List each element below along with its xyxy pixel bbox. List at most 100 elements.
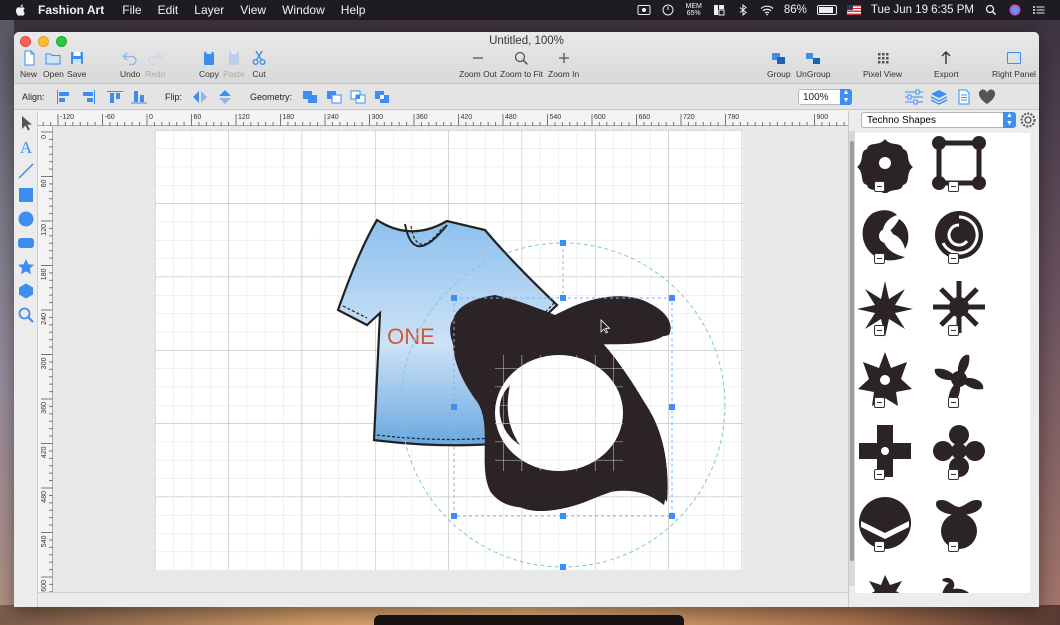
paste-button[interactable]: Paste (223, 50, 245, 79)
remove-shape-button[interactable] (948, 181, 959, 192)
zoom-tool-icon[interactable] (17, 306, 35, 324)
text-tool-icon[interactable]: A (17, 138, 35, 156)
shape-compass-star[interactable] (855, 349, 915, 409)
spotlight-search-icon[interactable] (984, 4, 998, 16)
open-button[interactable]: Open (43, 50, 64, 79)
input-source-flag-icon[interactable] (846, 5, 861, 15)
redo-button[interactable]: Redo (145, 50, 165, 79)
siri-icon[interactable] (1008, 4, 1022, 16)
memory-monitor[interactable]: MEM 65% (685, 3, 701, 17)
geometry-intersect-icon[interactable] (350, 90, 366, 104)
align-right-icon[interactable] (80, 90, 96, 104)
align-bottom-icon[interactable] (131, 90, 147, 104)
undo-button[interactable]: Undo (120, 50, 140, 79)
star-tool-icon[interactable] (17, 258, 35, 276)
geometry-exclude-icon[interactable] (374, 90, 390, 104)
menu-edit[interactable]: Edit (158, 3, 179, 17)
line-tool-icon[interactable] (17, 162, 35, 180)
copy-button[interactable]: Copy (199, 50, 219, 79)
ruler-tick-label: 60 (41, 179, 48, 187)
shape-snowflake[interactable] (929, 277, 989, 337)
cut-button[interactable]: Cut (251, 50, 267, 79)
battery-percent[interactable]: 86% (784, 4, 807, 16)
right-panel-button[interactable]: Right Panel (992, 50, 1036, 79)
app-menu[interactable]: Fashion Art (38, 3, 104, 17)
window-tile-icon[interactable] (712, 4, 726, 16)
geometry-union-icon[interactable] (302, 90, 318, 104)
menu-view[interactable]: View (240, 3, 266, 17)
ruler-tick-label: -120 (60, 114, 74, 121)
remove-shape-button[interactable] (874, 325, 885, 336)
group-button[interactable]: Group (767, 50, 791, 79)
align-top-icon[interactable] (107, 90, 123, 104)
shape-fan-disc[interactable] (855, 493, 915, 553)
bluetooth-icon[interactable] (736, 4, 750, 16)
shape-square-flourish[interactable] (929, 133, 989, 193)
drawing-canvas[interactable]: ONE (53, 126, 848, 592)
shape-quatrefoil[interactable] (855, 133, 915, 193)
remove-shape-button[interactable] (948, 469, 959, 480)
shape-partial-2[interactable] (929, 565, 989, 593)
menu-help[interactable]: Help (341, 3, 366, 17)
zoom-stepper[interactable]: ▲ ▼ (840, 89, 852, 105)
remove-shape-button[interactable] (948, 541, 959, 552)
remove-shape-button[interactable] (874, 253, 885, 264)
menu-file[interactable]: File (122, 3, 141, 17)
layers-icon[interactable] (930, 89, 948, 105)
artboard[interactable]: ONE (155, 130, 743, 570)
rectangle-tool-icon[interactable] (17, 186, 35, 204)
export-button[interactable]: Export (934, 50, 959, 79)
shape-mushroom-disc[interactable] (929, 493, 989, 553)
flip-horizontal-icon[interactable] (192, 90, 208, 104)
zoom-out-button[interactable]: Zoom Out (459, 50, 497, 79)
remove-shape-button[interactable] (948, 325, 959, 336)
power-icon[interactable] (661, 4, 675, 16)
shape-spiral-swirl[interactable] (929, 205, 989, 265)
remove-shape-button[interactable] (874, 397, 885, 408)
horizontal-scrollbar[interactable] (38, 592, 848, 607)
clock[interactable]: Tue Jun 19 6:35 PM (871, 4, 974, 16)
arrow-pointer-icon[interactable] (17, 114, 35, 132)
zoom-to-fit-button[interactable]: Zoom to Fit (500, 50, 543, 79)
shape-four-petal[interactable] (929, 421, 989, 481)
sliders-icon[interactable] (904, 89, 924, 105)
notification-center-icon[interactable] (1032, 4, 1046, 16)
shape-star-burst[interactable] (855, 277, 915, 337)
save-button[interactable]: Save (67, 50, 86, 79)
apple-menu-icon[interactable] (14, 3, 28, 17)
scissors-icon (252, 50, 266, 65)
wifi-icon[interactable] (760, 4, 774, 16)
heart-icon[interactable] (978, 89, 996, 105)
shape-cross-gear[interactable] (855, 421, 915, 481)
ellipse-tool-icon[interactable] (17, 210, 35, 228)
shape-pinwheel[interactable] (929, 349, 989, 409)
geometry-subtract-icon[interactable] (326, 90, 342, 104)
vertical-ruler: 0 60 120 180 240 300 360 420 480 540 600 (38, 126, 53, 593)
ruler-tick-label: 240 (327, 114, 339, 121)
new-button[interactable]: New (20, 50, 37, 79)
polygon-tool-icon[interactable] (17, 282, 35, 300)
paste-label: Paste (223, 69, 245, 79)
flip-vertical-icon[interactable] (217, 90, 233, 104)
remove-shape-button[interactable] (948, 253, 959, 264)
screen-record-icon[interactable] (637, 4, 651, 16)
align-left-icon[interactable] (56, 90, 72, 104)
remove-shape-button[interactable] (874, 541, 885, 552)
dock-edge (374, 615, 684, 625)
remove-shape-button[interactable] (874, 181, 885, 192)
circle-handle-bottom (560, 564, 566, 570)
gear-icon[interactable] (1020, 112, 1036, 128)
shape-triskele-swirl[interactable] (855, 205, 915, 265)
menu-window[interactable]: Window (282, 3, 325, 17)
shape-partial-1[interactable] (855, 565, 915, 593)
zoom-in-button[interactable]: Zoom In (548, 50, 579, 79)
document-properties-icon[interactable] (956, 89, 972, 105)
ungroup-button[interactable]: UnGroup (796, 50, 831, 79)
remove-shape-button[interactable] (874, 469, 885, 480)
rounded-rectangle-tool-icon[interactable] (17, 234, 35, 252)
pixel-view-button[interactable]: Pixel View (863, 50, 902, 79)
remove-shape-button[interactable] (948, 397, 959, 408)
shape-category-select[interactable]: Techno Shapes ▲ ▼ (861, 112, 1016, 128)
battery-icon[interactable] (816, 5, 837, 15)
menu-layer[interactable]: Layer (194, 3, 224, 17)
